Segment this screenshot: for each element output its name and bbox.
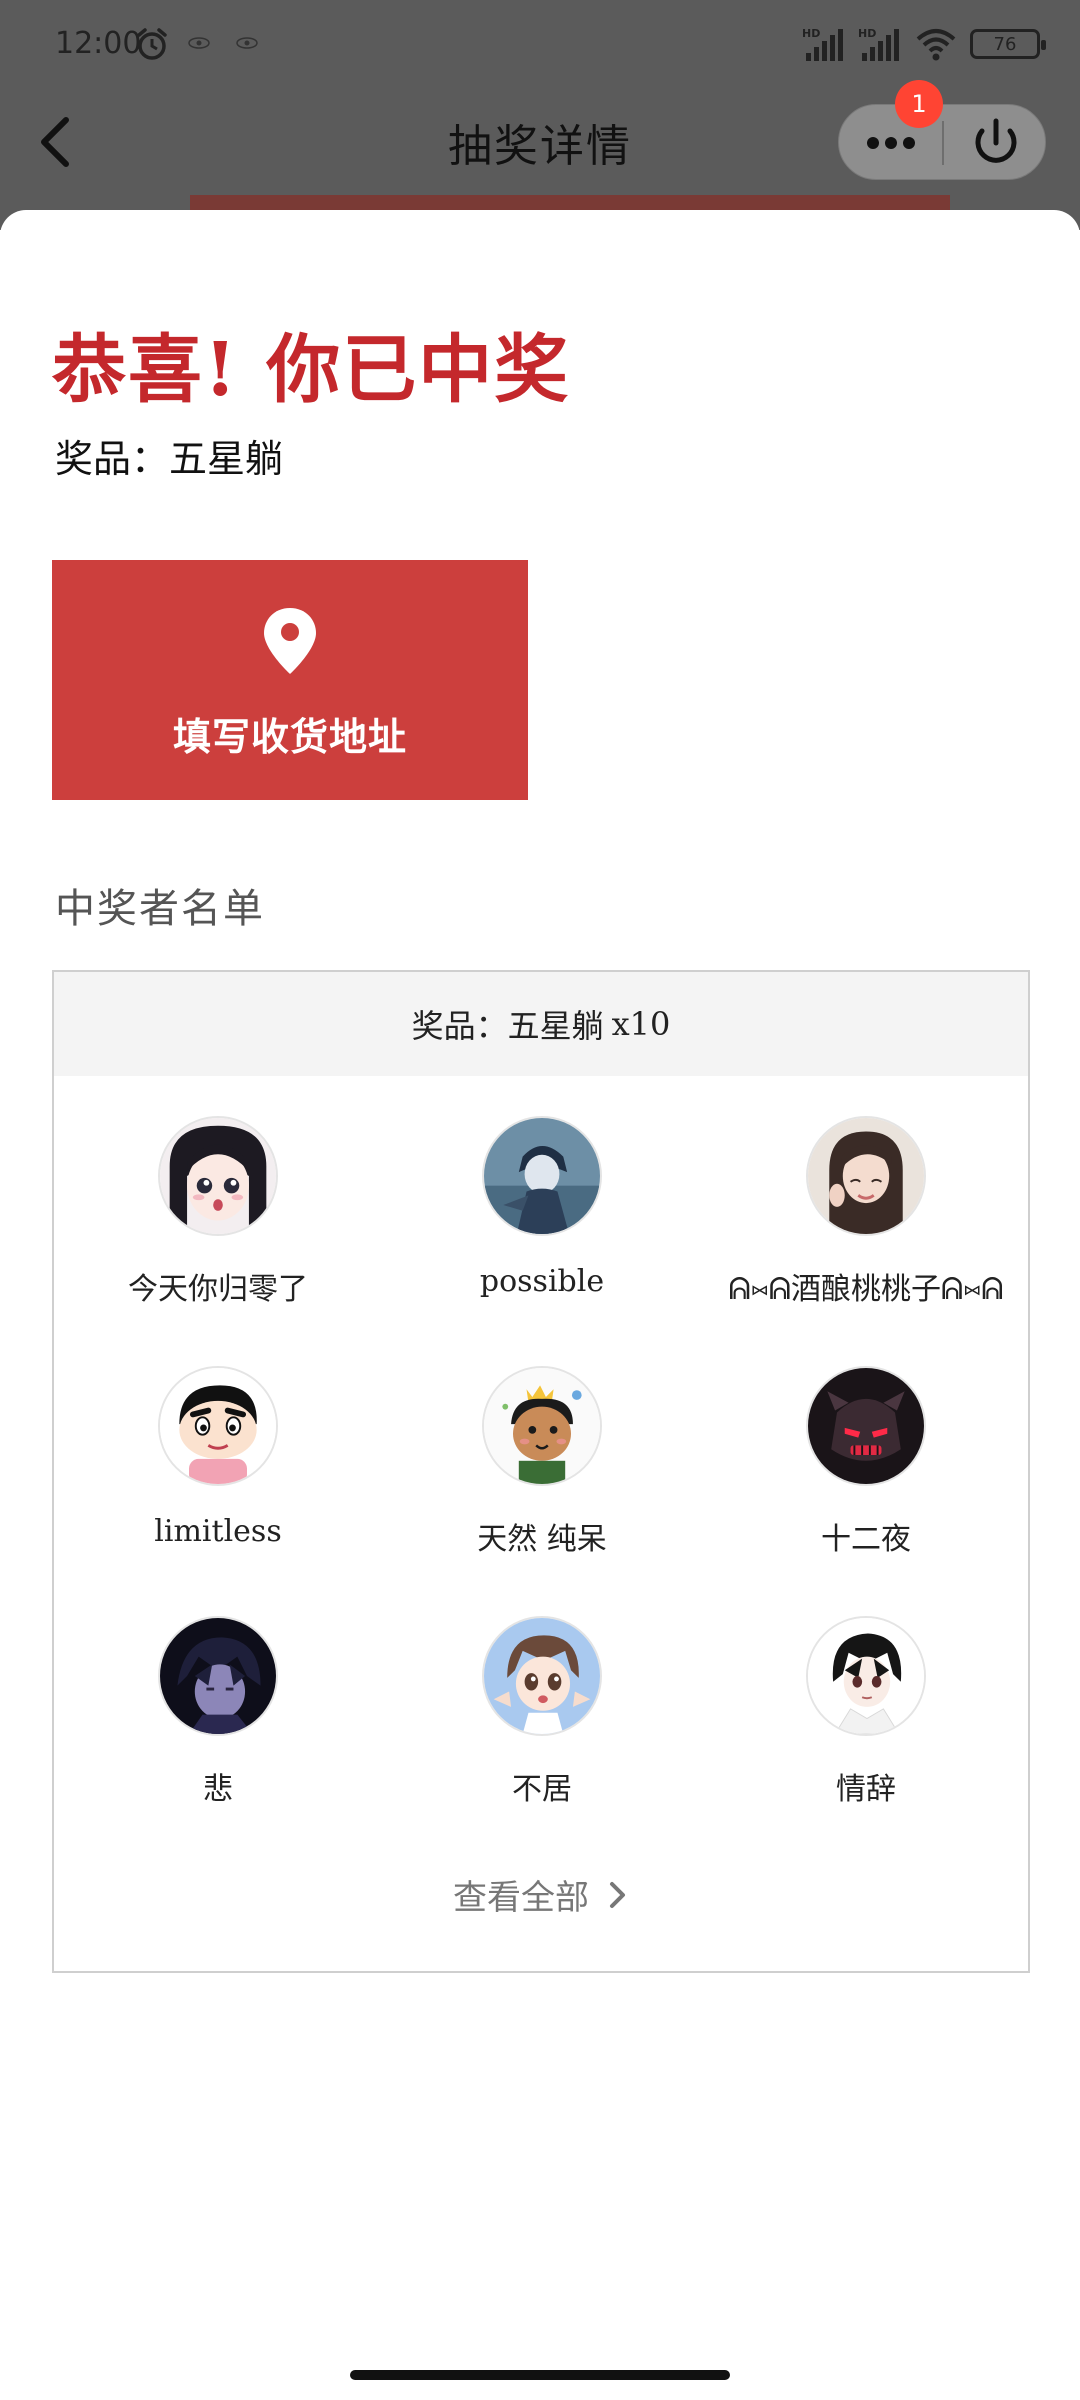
battery-indicator: 76: [970, 29, 1046, 59]
svg-text:HD: HD: [858, 27, 876, 40]
cartoon-boy-crown-avatar: [482, 1366, 602, 1486]
signal-hd-icon: HD: [802, 27, 843, 61]
winner-item[interactable]: 十二夜: [704, 1366, 1028, 1596]
wifi-icon: [916, 29, 956, 61]
winners-prize-count: x10: [611, 1005, 671, 1043]
mini-program-capsule: [838, 104, 1046, 180]
prize-label: 奖品：五星躺: [55, 437, 284, 481]
winner-item[interactable]: limitless: [56, 1366, 380, 1596]
winners-prize-header: 奖品：五星躺 x10: [54, 972, 1028, 1076]
alarm-icon: [137, 28, 167, 60]
winner-item[interactable]: 悲: [56, 1616, 380, 1846]
dark-anime-avatar: [158, 1616, 278, 1736]
signal-hd-icon: HD: [858, 27, 899, 61]
winner-name: ᕱ⑅ᕱ酒酿桃桃子ᕱ⑅ᕱ: [728, 1272, 1004, 1307]
anime-girl-avatar: [158, 1116, 278, 1236]
winner-item[interactable]: possible: [380, 1116, 704, 1346]
winner-name: 悲: [203, 1772, 233, 1807]
fill-address-button[interactable]: 填写收货地址: [52, 560, 528, 800]
anime-black-hair-avatar: [806, 1616, 926, 1736]
svg-text:HD: HD: [802, 27, 820, 40]
power-exit-icon[interactable]: [944, 105, 1047, 181]
chevron-right-icon: [610, 1881, 625, 1908]
notification-eye-icon: [188, 37, 210, 49]
fill-address-label: 填写收货地址: [172, 714, 407, 759]
winner-item[interactable]: ᕱ⑅ᕱ酒酿桃桃子ᕱ⑅ᕱ: [704, 1116, 1028, 1346]
lottery-result-sheet: 恭喜! 你已中奖 奖品：五星躺 填写收货地址 中奖者名单 奖品：五星躺 x10: [0, 210, 1080, 2400]
notification-eye-icon: [236, 37, 258, 49]
winner-name: 今天你归零了: [128, 1272, 308, 1307]
winner-item[interactable]: 今天你归零了: [56, 1116, 380, 1346]
winner-name: 十二夜: [821, 1522, 911, 1557]
crayon-shinchan-avatar: [158, 1366, 278, 1486]
home-indicator[interactable]: [350, 2370, 730, 2380]
battery-level: 76: [993, 33, 1017, 55]
anime-boy-blue-avatar: [482, 1116, 602, 1236]
anime-kid-avatar: [482, 1616, 602, 1736]
winner-name: limitless: [154, 1514, 282, 1549]
winner-item[interactable]: 天然 纯呆: [380, 1366, 704, 1596]
location-pin-icon: [264, 608, 316, 674]
winners-list-card: 奖品：五星躺 x10 今天你归零了 possible ᕱ⑅ᕱ酒酿桃桃子ᕱ⑅ᕱ l…: [52, 970, 1030, 1973]
winner-name: 天然 纯呆: [477, 1522, 607, 1557]
winner-name: 不居: [512, 1772, 572, 1807]
status-time: 12:00: [55, 26, 142, 61]
girl-photo-avatar: [806, 1116, 926, 1236]
notification-badge: 1: [895, 80, 943, 128]
winners-prize-name: 奖品：五星躺: [411, 1007, 604, 1045]
status-bar: 12:00 HD HD 76: [0, 0, 1080, 90]
view-all-label: 查看全部: [453, 1878, 589, 1918]
winner-item[interactable]: 情辞: [704, 1616, 1028, 1846]
winner-name: possible: [479, 1264, 605, 1299]
robot-mask-avatar: [806, 1366, 926, 1486]
winner-item[interactable]: 不居: [380, 1616, 704, 1846]
view-all-link[interactable]: 查看全部: [54, 1870, 1028, 1919]
winner-name: 情辞: [836, 1772, 896, 1807]
congratulation-headline: 恭喜! 你已中奖: [52, 327, 571, 413]
winners-section-title: 中奖者名单: [55, 886, 265, 932]
